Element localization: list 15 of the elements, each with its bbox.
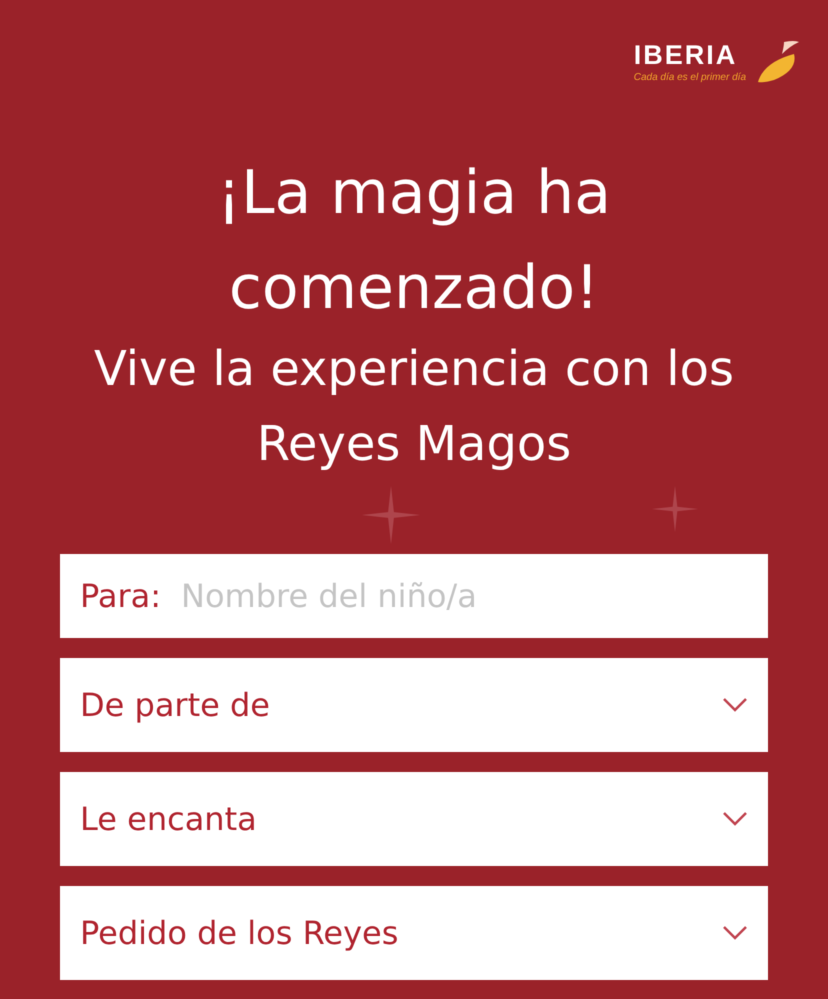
field-label: Para:	[80, 576, 162, 617]
sparkle-icon	[652, 486, 698, 532]
brand-tagline: Cada día es el primer día	[634, 72, 746, 82]
name-input[interactable]: Nombre del niño/a	[181, 572, 748, 620]
chevron-down-icon	[722, 811, 748, 827]
brand-name: IBERIA	[634, 42, 738, 68]
page-heading: ¡La magia ha comenzado!	[216, 157, 612, 325]
dropdown-select[interactable]: Le encanta	[60, 772, 768, 866]
page-subheading: Vive la experiencia con los Reyes Magos	[93, 340, 735, 474]
dropdown-select[interactable]: Pedido de los Reyes	[60, 886, 768, 980]
chevron-down-icon	[722, 925, 748, 941]
dropdown-select[interactable]: De parte de	[60, 658, 768, 752]
chevron-down-icon	[722, 697, 748, 713]
sparkle-icon	[362, 486, 420, 544]
name-field[interactable]: Para: Nombre del niño/a	[60, 554, 768, 638]
